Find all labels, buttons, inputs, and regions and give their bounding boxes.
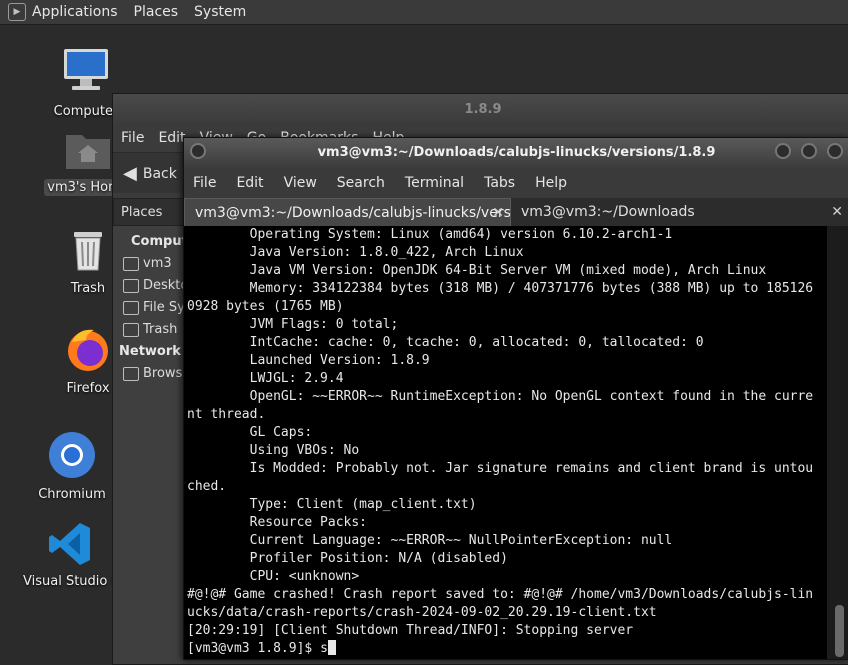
desktop-label: Trash bbox=[70, 281, 106, 296]
terminal-line: Java VM Version: OpenJDK 64-Bit Server V… bbox=[187, 263, 767, 278]
terminal-line: Type: Client (map_client.txt) bbox=[187, 497, 477, 512]
terminal-line: Java Version: 1.8.0_422, Arch Linux bbox=[187, 245, 524, 260]
term-menu-view[interactable]: View bbox=[284, 175, 317, 191]
computer-icon bbox=[64, 49, 108, 90]
sidebar-item-label: Trash bbox=[143, 322, 178, 337]
fm-menu-edit[interactable]: Edit bbox=[158, 130, 185, 146]
desktop-icon-chromium[interactable]: Chromium bbox=[17, 430, 127, 503]
terminal-scrollbar[interactable] bbox=[827, 226, 848, 659]
terminal-line: Launched Version: 1.8.9 bbox=[187, 353, 430, 368]
back-arrow-icon: ◀ bbox=[123, 163, 137, 184]
system-menu[interactable]: System bbox=[194, 4, 246, 20]
desktop-icon bbox=[123, 278, 139, 293]
terminal-line: ucks/data/crash-reports/crash-2024-09-02… bbox=[187, 605, 657, 620]
file-manager-title[interactable]: 1.8.9 bbox=[113, 94, 848, 126]
tab-close-icon[interactable]: ✕ bbox=[492, 199, 504, 226]
back-label: Back bbox=[142, 165, 177, 182]
terminal-prompt-line[interactable]: [vm3@vm3 1.8.9]$ s bbox=[187, 640, 827, 658]
sidebar-head-network: Network bbox=[119, 344, 181, 359]
terminal-line: Resource Packs: bbox=[187, 515, 368, 530]
terminal-tab-active[interactable]: vm3@vm3:~/Downloads/calubjs-linucks/vers… bbox=[184, 198, 511, 226]
terminal-line: Profiler Position: N/A (disabled) bbox=[187, 551, 508, 566]
close-icon[interactable] bbox=[827, 143, 843, 159]
trash-small-icon bbox=[123, 322, 139, 337]
desktop-icon-vscode[interactable]: Visual Studio Code bbox=[16, 521, 126, 594]
desktop-label: Visual Studio Code bbox=[23, 574, 122, 589]
desktop-label: Chromium bbox=[38, 487, 106, 502]
desktop-label: Firefox bbox=[66, 381, 110, 396]
term-menu-terminal[interactable]: Terminal bbox=[405, 175, 464, 191]
fm-menu-file[interactable]: File bbox=[121, 130, 144, 146]
terminal-line: 0928 bytes (1765 MB) bbox=[187, 299, 344, 314]
prompt: [vm3@vm3 1.8.9]$ bbox=[187, 641, 321, 656]
term-menu-file[interactable]: File bbox=[193, 175, 216, 191]
tab-label: vm3@vm3:~/Downloads/calubjs-linucks/vers… bbox=[195, 205, 511, 221]
terminal-line: nt thread. bbox=[187, 407, 266, 422]
terminal-titlebar[interactable]: vm3@vm3:~/Downloads/calubjs-linucks/vers… bbox=[184, 138, 848, 168]
window-menu-icon[interactable] bbox=[190, 143, 206, 159]
terminal-line: LWJGL: 2.9.4 bbox=[187, 371, 344, 386]
home-icon bbox=[123, 256, 139, 271]
term-menu-help[interactable]: Help bbox=[535, 175, 567, 191]
terminal-line: IntCache: cache: 0, tcache: 0, allocated… bbox=[187, 335, 704, 350]
places-menu[interactable]: Places bbox=[134, 4, 179, 20]
terminal-output[interactable]: Operating System: Linux (amd64) version … bbox=[184, 226, 827, 659]
term-menu-edit[interactable]: Edit bbox=[236, 175, 263, 191]
vscode-icon bbox=[49, 523, 90, 565]
places-dropdown[interactable]: Places bbox=[113, 198, 185, 226]
sidebar-item-label: vm3 bbox=[143, 256, 172, 271]
sidebar-item-trash[interactable]: Trash bbox=[123, 322, 177, 337]
tab-close-icon[interactable]: ✕ bbox=[831, 198, 843, 226]
terminal-line: #@!@# Game crashed! Crash report saved t… bbox=[187, 587, 814, 602]
text-cursor bbox=[327, 640, 336, 655]
tab-label: vm3@vm3:~/Downloads bbox=[521, 204, 695, 220]
terminal-line: Using VBOs: No bbox=[187, 443, 360, 458]
firefox-icon bbox=[68, 329, 108, 371]
terminal-line: Current Language: ~~ERROR~~ NullPointerE… bbox=[187, 533, 673, 548]
terminal-tab-downloads[interactable]: vm3@vm3:~/Downloads ✕ bbox=[511, 198, 848, 226]
maximize-icon[interactable] bbox=[801, 143, 817, 159]
drive-icon bbox=[123, 300, 139, 315]
network-icon bbox=[123, 366, 139, 381]
terminal-window: vm3@vm3:~/Downloads/calubjs-linucks/vers… bbox=[183, 137, 848, 660]
terminal-line: OpenGL: ~~ERROR~~ RuntimeException: No O… bbox=[187, 389, 814, 404]
applications-menu[interactable]: Applications bbox=[32, 4, 118, 20]
terminal-line: Is Modded: Probably not. Jar signature r… bbox=[187, 461, 814, 476]
terminal-title: vm3@vm3:~/Downloads/calubjs-linucks/vers… bbox=[317, 145, 716, 160]
scrollbar-thumb[interactable] bbox=[835, 605, 844, 657]
terminal-line: Memory: 334122384 bytes (318 MB) / 40737… bbox=[187, 281, 814, 296]
desktop-label: Computer bbox=[53, 104, 119, 119]
terminal-line: [20:29:19] [Client Shutdown Thread/INFO]… bbox=[187, 623, 634, 638]
chromium-icon bbox=[49, 432, 95, 478]
home-folder-icon bbox=[66, 135, 110, 169]
term-menu-search[interactable]: Search bbox=[337, 175, 385, 191]
top-panel: ▶ Applications Places System bbox=[0, 0, 848, 25]
sidebar-item-home[interactable]: vm3 bbox=[123, 256, 172, 271]
terminal-tab-bar: vm3@vm3:~/Downloads/calubjs-linucks/vers… bbox=[184, 198, 848, 226]
file-manager-sidebar: Computer vm3 Desktop File System Trash N… bbox=[113, 226, 249, 664]
menu-logo-icon[interactable]: ▶ bbox=[8, 3, 26, 21]
terminal-line: JVM Flags: 0 total; bbox=[187, 317, 399, 332]
terminal-line: ched. bbox=[187, 479, 227, 494]
terminal-menubar: File Edit View Search Terminal Tabs Help bbox=[184, 168, 848, 198]
terminal-line: CPU: <unknown> bbox=[187, 569, 360, 584]
typed-input: s bbox=[320, 641, 328, 656]
minimize-icon[interactable] bbox=[775, 143, 791, 159]
back-button[interactable]: ◀ Back bbox=[123, 163, 177, 184]
terminal-line: Operating System: Linux (amd64) version … bbox=[187, 227, 673, 242]
term-menu-tabs[interactable]: Tabs bbox=[484, 175, 515, 191]
terminal-line: GL Caps: bbox=[187, 425, 313, 440]
trash-icon bbox=[74, 232, 102, 271]
